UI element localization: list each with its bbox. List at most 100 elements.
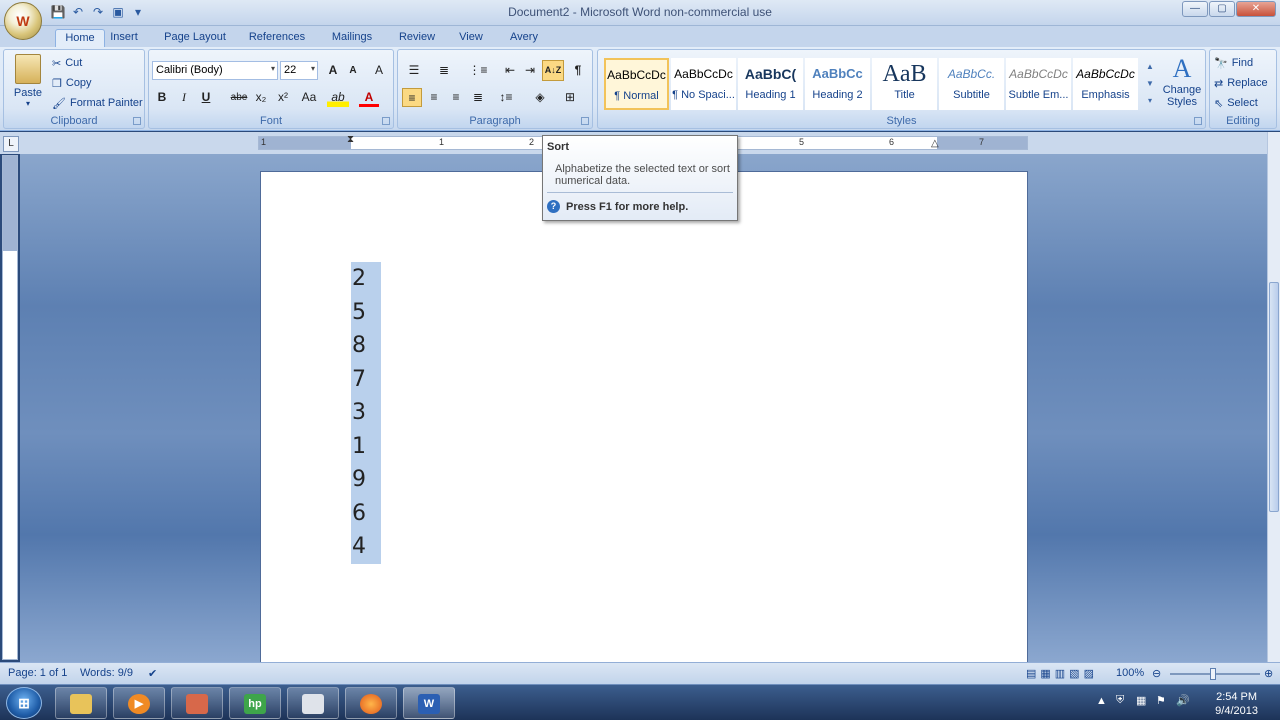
increase-indent-icon[interactable]: ⇥ <box>520 61 540 80</box>
tab-insert[interactable]: Insert <box>106 29 142 47</box>
document-page[interactable]: 2 5 8 7 3 1 9 6 4 <box>260 171 1028 663</box>
indent-marker-icon[interactable]: ⧗ <box>347 134 354 145</box>
minimize-button[interactable]: — <box>1182 1 1208 17</box>
list-item: 5 <box>352 299 366 325</box>
page-count[interactable]: Page: 1 of 1 <box>8 667 67 679</box>
cut-button[interactable]: ✂ Cut <box>52 54 82 72</box>
view-buttons[interactable]: ▤▦▥▧▨ <box>1026 667 1098 680</box>
cut-label: Cut <box>65 57 83 69</box>
style-normal[interactable]: AaBbCcDc ¶ Normal <box>604 58 669 110</box>
taskbar-media-player[interactable]: ▶ <box>113 687 165 719</box>
show-formatting-button[interactable]: ¶ <box>568 61 588 80</box>
bullets-icon[interactable]: ☰ <box>402 61 426 80</box>
zoom-slider[interactable] <box>1170 668 1260 680</box>
window-title: Document2 - Microsoft Word non-commercia… <box>508 5 772 19</box>
tab-references[interactable]: References <box>245 29 309 47</box>
line-spacing-icon[interactable]: ↕≡ <box>494 88 518 107</box>
bold-button[interactable]: B <box>152 88 172 107</box>
right-indent-marker-icon[interactable]: △ <box>931 138 939 149</box>
network-icon[interactable]: ▦ <box>1136 694 1146 707</box>
antivirus-icon[interactable]: ⛨ <box>1116 694 1124 707</box>
sort-button[interactable]: A↓Z <box>542 60 564 81</box>
style-emphasis[interactable]: AaBbCcDc Emphasis <box>1073 58 1138 110</box>
taskbar-paint[interactable] <box>171 687 223 719</box>
tab-avery[interactable]: Avery <box>505 29 543 47</box>
taskbar-word[interactable]: W <box>403 687 455 719</box>
styles-launcher-icon[interactable] <box>1194 117 1202 125</box>
change-styles-button[interactable]: A Change Styles <box>1160 54 1204 108</box>
style-subtitle[interactable]: AaBbCc. Subtitle <box>939 58 1004 110</box>
copy-button[interactable]: ❐ Copy <box>52 74 92 92</box>
font-name-combo[interactable]: Calibri (Body) ▾ <box>152 61 278 80</box>
vertical-scrollbar[interactable] <box>1267 132 1280 662</box>
taskbar-folder[interactable] <box>287 687 339 719</box>
format-painter-button[interactable]: 🖌 Format Painter <box>52 94 143 112</box>
chevron-down-icon: ▾ <box>270 64 275 73</box>
tab-view[interactable]: View <box>455 29 487 47</box>
style-subtle-emphasis[interactable]: AaBbCcDc Subtle Em... <box>1006 58 1071 110</box>
brush-icon: 🖌 <box>52 97 66 110</box>
styles-scroll[interactable]: ▲ ▼ ▾ <box>1144 58 1156 109</box>
shrink-font-button[interactable]: A <box>343 61 363 80</box>
start-button[interactable]: ⊞ <box>6 687 42 719</box>
numbering-icon[interactable]: ≣ <box>432 61 456 80</box>
volume-icon[interactable]: 🔊 <box>1176 694 1190 707</box>
close-button[interactable]: ✕ <box>1236 1 1276 17</box>
style-title[interactable]: AaB Title <box>872 58 937 110</box>
clear-formatting-button[interactable]: A <box>369 61 389 80</box>
tab-review[interactable]: Review <box>395 29 439 47</box>
align-center-icon[interactable]: ≡ <box>424 88 444 107</box>
replace-button[interactable]: ⇄ Replace <box>1214 74 1268 92</box>
align-right-icon[interactable]: ≡ <box>446 88 466 107</box>
maximize-button[interactable]: ▢ <box>1209 1 1235 17</box>
italic-button[interactable]: I <box>174 88 194 107</box>
paragraph-launcher-icon[interactable] <box>581 117 589 125</box>
show-hidden-icons-icon[interactable]: ▲ <box>1096 695 1107 707</box>
borders-icon[interactable]: ⊞ <box>558 88 582 107</box>
clipboard-launcher-icon[interactable] <box>133 117 141 125</box>
list-item: 3 <box>352 400 366 425</box>
action-center-icon[interactable]: ⚑ <box>1156 694 1166 707</box>
superscript-button[interactable]: x² <box>273 88 293 107</box>
style-no-spacing[interactable]: AaBbCcDc ¶ No Spaci... <box>671 58 736 110</box>
multilevel-list-icon[interactable]: ⋮≡ <box>466 61 490 80</box>
subscript-button[interactable]: x₂ <box>251 88 271 107</box>
taskbar-firefox[interactable] <box>345 687 397 719</box>
tab-page-layout[interactable]: Page Layout <box>160 29 230 47</box>
zoom-slider-thumb[interactable] <box>1210 668 1216 680</box>
font-launcher-icon[interactable] <box>382 117 390 125</box>
align-left-icon[interactable]: ≡ <box>402 88 422 107</box>
clock[interactable]: 2:54 PM 9/4/2013 <box>1215 690 1258 718</box>
find-button[interactable]: 🔭 Find <box>1214 54 1253 72</box>
style-heading-2[interactable]: AaBbCc Heading 2 <box>805 58 870 110</box>
selected-text-block[interactable]: 2 5 8 7 3 1 9 6 4 <box>351 262 381 564</box>
font-size-combo[interactable]: 22 ▾ <box>280 61 318 80</box>
decrease-indent-icon[interactable]: ⇤ <box>500 61 520 80</box>
paste-button[interactable]: Paste ▾ <box>8 54 48 108</box>
style-preview: AaBbCc. <box>947 67 996 81</box>
firefox-icon <box>360 694 382 714</box>
proofing-icon[interactable]: ✔ <box>148 667 157 680</box>
paragraph-group-label: Paragraph <box>469 115 521 127</box>
change-case-button[interactable]: Aa <box>297 88 321 107</box>
taskbar-explorer[interactable] <box>55 687 107 719</box>
strikethrough-button[interactable]: abe <box>229 88 249 107</box>
office-button[interactable]: W <box>4 2 42 40</box>
tab-home[interactable]: Home <box>55 29 105 47</box>
select-button[interactable]: ⇖ Select <box>1214 94 1258 112</box>
justify-icon[interactable]: ≣ <box>468 88 488 107</box>
grow-font-button[interactable]: A <box>323 61 343 80</box>
shading-icon[interactable]: ◈ <box>528 88 552 107</box>
zoom-out-icon[interactable]: ⊖ <box>1152 667 1161 680</box>
font-color-button[interactable]: A <box>359 88 379 107</box>
highlight-button[interactable]: ab <box>327 88 349 107</box>
zoom-in-icon[interactable]: ⊕ <box>1264 667 1273 680</box>
tab-mailings[interactable]: Mailings <box>325 29 379 47</box>
scrollbar-thumb[interactable] <box>1269 282 1279 512</box>
taskbar-hp[interactable]: hp <box>229 687 281 719</box>
tab-selector-icon[interactable]: L <box>3 136 19 152</box>
zoom-level[interactable]: 100% <box>1116 667 1144 679</box>
style-heading-1[interactable]: AaBbC( Heading 1 <box>738 58 803 110</box>
underline-button[interactable]: U <box>196 88 216 107</box>
word-count[interactable]: Words: 9/9 <box>80 667 133 679</box>
